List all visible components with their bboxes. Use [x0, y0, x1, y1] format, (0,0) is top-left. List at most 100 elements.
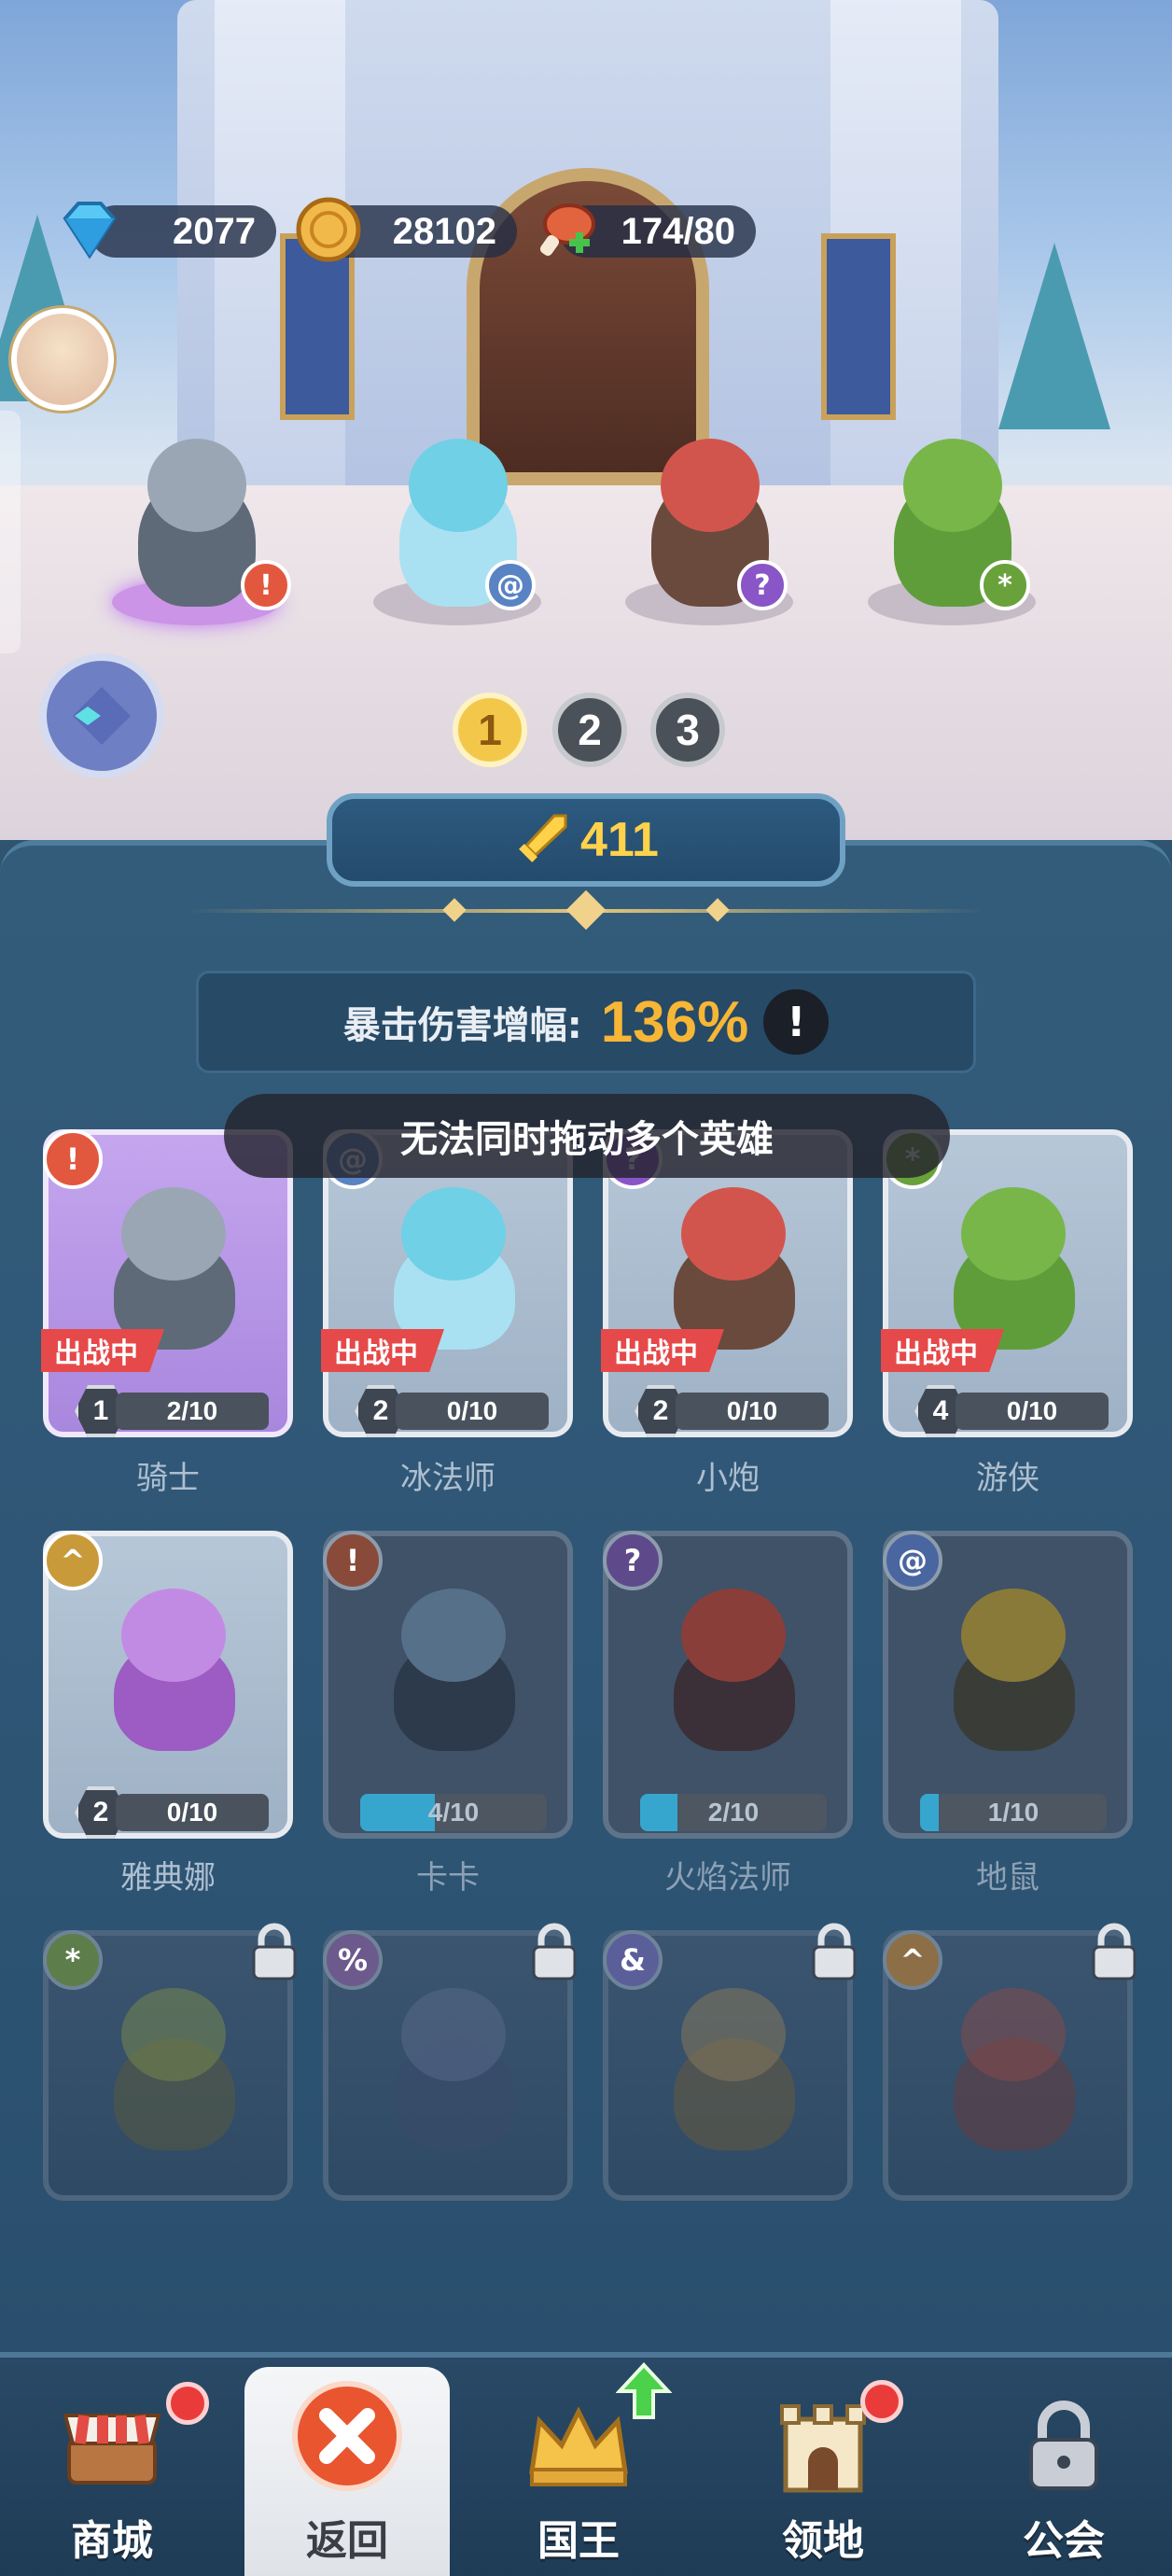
lock-icon: [812, 1923, 857, 1981]
shard-progress-bar: 2/10: [640, 1794, 827, 1831]
hero-portrait-head: [961, 1187, 1066, 1281]
hero-name: 冰法师: [400, 1460, 495, 1497]
hero-shards: 0/10: [676, 1393, 829, 1430]
formation-slot-ice-mage[interactable]: @: [345, 411, 569, 625]
sword-icon: [519, 814, 567, 862]
bonus-value: 136%: [600, 989, 749, 1055]
hero-head: [903, 439, 1002, 532]
team-bonus-box: 暴击伤害增幅: 136% !: [196, 971, 976, 1073]
snow-tree: [998, 243, 1110, 429]
gunner-class-icon: ?: [737, 560, 788, 610]
hero-shards: 2/10: [116, 1393, 269, 1430]
warrior-class-icon: !: [323, 1531, 383, 1590]
gunner-class-icon: ?: [603, 1531, 663, 1590]
stamina-count: 174/80: [621, 210, 735, 252]
assassin-class-icon: %: [323, 1930, 383, 1990]
nav-back[interactable]: 返回: [244, 2367, 450, 2576]
hero-shards: 0/10: [956, 1393, 1109, 1430]
hero-portrait-head: [121, 1589, 226, 1682]
formation-slot-bomber[interactable]: ?: [597, 411, 821, 625]
hero-portrait-head: [681, 1988, 786, 2081]
hero-name: 游侠: [976, 1460, 1039, 1497]
lock-icon: [252, 1923, 297, 1981]
hero-name: 地鼠: [976, 1859, 1039, 1897]
paw-class-icon: &: [603, 1930, 663, 1990]
hero-card-kaka[interactable]: ! 4/10: [323, 1531, 573, 1839]
nav-label: 商城: [71, 2517, 153, 2565]
hero-name: 卡卡: [416, 1859, 480, 1897]
formation-page-2[interactable]: 2: [552, 693, 627, 767]
nav-king[interactable]: 国王: [476, 2362, 681, 2576]
nav-label: 返回: [306, 2517, 388, 2565]
hero-portrait-head: [401, 1988, 506, 2081]
lock-icon: [1092, 1923, 1137, 1981]
coin-icon: [296, 197, 361, 262]
team-power: 411: [327, 793, 845, 887]
hero-shards: 2/10: [707, 1798, 760, 1827]
player-avatar[interactable]: [11, 308, 114, 411]
mage-class-icon: @: [485, 560, 536, 610]
formation-slot-ranger[interactable]: *: [840, 411, 1064, 625]
toast-message: 无法同时拖动多个英雄: [224, 1094, 950, 1178]
hero-shards: 0/10: [396, 1393, 549, 1430]
hero-head: [147, 439, 246, 532]
coin-count: 28102: [392, 210, 496, 252]
deployed-tag: 出战中: [321, 1329, 444, 1372]
hero-portrait-head: [961, 1589, 1066, 1682]
bonus-label: 暴击伤害增幅:: [342, 1004, 582, 1047]
nav-guild[interactable]: 公会: [961, 2376, 1166, 2576]
hero-card-locked[interactable]: %: [323, 1923, 577, 2201]
hero-card-athena[interactable]: ^ 2 0/10: [43, 1531, 293, 1839]
meat-icon: [539, 203, 595, 257]
hero-card-locked[interactable]: &: [603, 1923, 857, 2201]
hero-card-locked[interactable]: *: [43, 1923, 297, 2201]
hero-name: 雅典娜: [120, 1859, 216, 1897]
hero-card-gopher[interactable]: @ 1/10: [883, 1531, 1133, 1839]
hero-card-fire-mage[interactable]: ? 2/10: [603, 1531, 853, 1839]
support-class-icon: ^: [883, 1930, 942, 1990]
formation-icon: [73, 687, 131, 745]
notification-dot: [166, 2382, 209, 2425]
support-class-icon: ^: [43, 1531, 103, 1590]
formation-toggle-button[interactable]: [39, 653, 164, 778]
notification-dot: [860, 2380, 903, 2423]
hero-card-locked[interactable]: ^: [883, 1923, 1137, 2201]
hero-head: [409, 439, 508, 532]
close-icon: [292, 2381, 402, 2491]
formation-page-3[interactable]: 3: [650, 693, 725, 767]
hero-portrait-head: [401, 1187, 506, 1281]
hero-name: 火焰法师: [664, 1859, 791, 1897]
hero-portrait-head: [681, 1187, 786, 1281]
lock-icon: [1029, 2401, 1098, 2490]
bonus-info-button[interactable]: !: [763, 989, 830, 1055]
side-rail: [0, 411, 21, 653]
mage-class-icon: @: [883, 1531, 942, 1590]
deployed-tag: 出战中: [41, 1329, 164, 1372]
deployed-tag: 出战中: [881, 1329, 1004, 1372]
power-value: 411: [580, 813, 659, 867]
hero-shards: 0/10: [116, 1794, 269, 1831]
hero-head: [661, 439, 760, 532]
formation-slot-knight[interactable]: !: [84, 411, 308, 625]
warrior-class-icon: !: [43, 1129, 103, 1189]
nav-shop[interactable]: 商城: [9, 2376, 215, 2576]
hero-portrait-head: [961, 1988, 1066, 2081]
hero-shards: 4/10: [427, 1798, 480, 1827]
nav-label: 领地: [782, 2517, 864, 2565]
ranger-class-icon: *: [43, 1930, 103, 1990]
upgrade-arrow-icon: [616, 2362, 672, 2419]
hero-name: 骑士: [136, 1460, 200, 1497]
hero-name: 小炮: [696, 1460, 760, 1497]
hero-portrait-head: [681, 1589, 786, 1682]
shop-icon: [63, 2414, 161, 2485]
nav-label: 公会: [1023, 2517, 1105, 2565]
shard-progress-bar: 1/10: [920, 1794, 1107, 1831]
shard-progress-bar: 4/10: [360, 1794, 547, 1831]
gem-icon: [63, 202, 117, 259]
nav-territory[interactable]: 领地: [720, 2376, 926, 2576]
formation-page-1[interactable]: 1: [453, 693, 527, 767]
hero-shards: 1/10: [987, 1798, 1039, 1827]
hero-portrait-head: [401, 1589, 506, 1682]
hero-portrait-head: [121, 1988, 226, 2081]
castle-banner: [821, 233, 896, 420]
